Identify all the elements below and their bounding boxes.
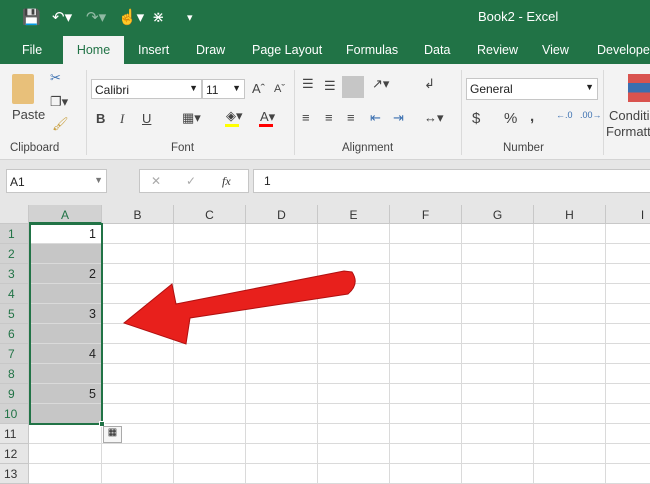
red-arrow: [122, 270, 356, 345]
arrow-shape: [122, 270, 356, 345]
